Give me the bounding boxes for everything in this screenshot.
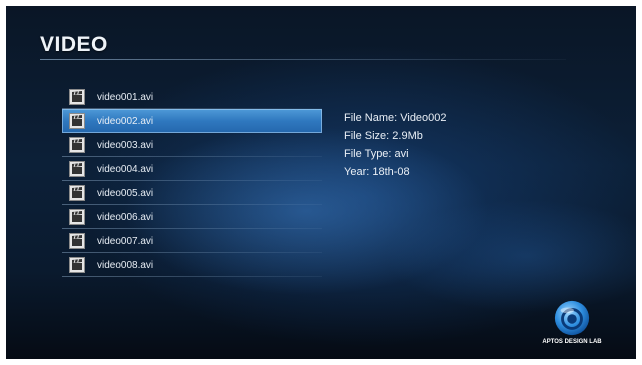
logo-disc-icon [554, 300, 590, 336]
file-name: video001.avi [97, 91, 154, 103]
file-name: video008.avi [97, 259, 154, 271]
file-item-video003[interactable]: video003.avi [62, 133, 322, 157]
file-name: video002.avi [97, 115, 154, 127]
video-clapper-icon [69, 185, 85, 201]
video-clapper-icon [69, 209, 85, 225]
logo-text: APTOS DESIGN LAB [542, 339, 602, 345]
file-item-video002[interactable]: video002.avi [62, 109, 322, 133]
file-item-video001[interactable]: video001.avi [62, 85, 322, 109]
video-clapper-icon [69, 257, 85, 273]
video-clapper-icon [69, 137, 85, 153]
video-clapper-icon [69, 233, 85, 249]
file-name: video005.avi [97, 187, 154, 199]
media-browser-screen: VIDEO video001.avi video002.avi video003… [6, 6, 636, 359]
file-item-video004[interactable]: video004.avi [62, 157, 322, 181]
file-name: video004.avi [97, 163, 154, 175]
video-clapper-icon [69, 89, 85, 105]
info-file-type: File Type: avi [344, 148, 409, 160]
file-name: video003.avi [97, 139, 154, 151]
info-year: Year: 18th-08 [344, 166, 410, 178]
info-file-size: File Size: 2.9Mb [344, 130, 423, 142]
file-name: video006.avi [97, 211, 154, 223]
file-name: video007.avi [97, 235, 154, 247]
file-item-video008[interactable]: video008.avi [62, 253, 322, 277]
title-divider [40, 59, 566, 60]
file-info-panel: File Name: Video002 File Size: 2.9Mb Fil… [344, 109, 447, 181]
video-clapper-icon [69, 113, 85, 129]
info-file-name: File Name: Video002 [344, 112, 447, 124]
video-clapper-icon [69, 161, 85, 177]
file-item-video005[interactable]: video005.avi [62, 181, 322, 205]
brand-logo: APTOS DESIGN LAB [537, 299, 607, 345]
file-list: video001.avi video002.avi video003.avi v… [62, 85, 322, 277]
file-item-video007[interactable]: video007.avi [62, 229, 322, 253]
page-title: VIDEO [40, 33, 108, 56]
file-item-video006[interactable]: video006.avi [62, 205, 322, 229]
